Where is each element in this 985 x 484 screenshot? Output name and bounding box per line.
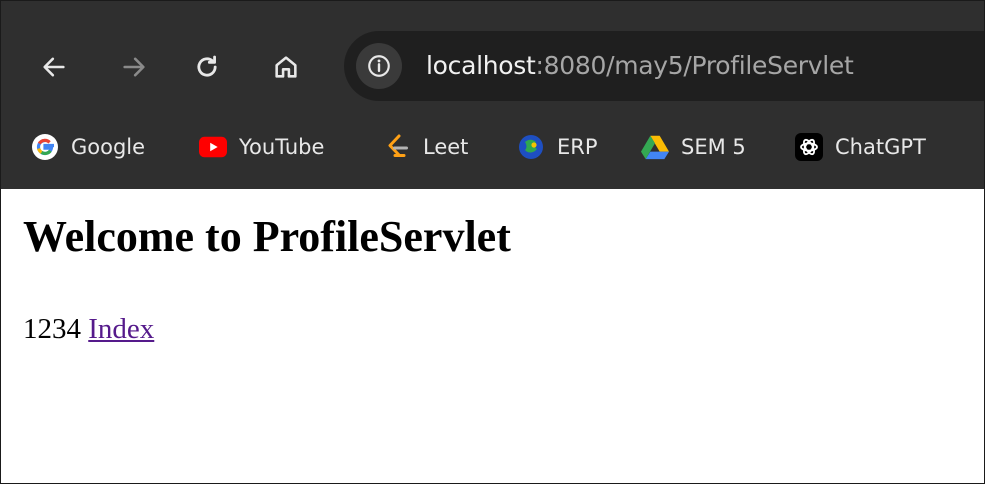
reload-icon <box>197 55 217 77</box>
browser-window: localhost:8080/may5/ProfileServlet Googl… <box>0 0 985 484</box>
google-icon <box>31 133 59 161</box>
home-button[interactable] <box>269 45 303 89</box>
bookmark-sem5[interactable]: SEM 5 <box>641 127 746 167</box>
bookmark-leet[interactable]: Leet <box>383 127 468 167</box>
profile-line: 1234 Index <box>23 311 154 347</box>
bookmark-label: ERP <box>557 135 598 159</box>
url-path: :8080/may5/ProfileServlet <box>535 51 854 80</box>
bookmark-label: Google <box>71 135 146 159</box>
chatgpt-icon <box>795 133 823 161</box>
page-content: Welcome to ProfileServlet 1234 Index <box>1 189 984 483</box>
url-text[interactable]: localhost:8080/may5/ProfileServlet <box>426 48 854 84</box>
bookmark-youtube[interactable]: YouTube <box>199 127 324 167</box>
arrow-right-icon <box>123 57 145 77</box>
bookmark-chatgpt[interactable]: ChatGPT <box>795 127 926 167</box>
index-link[interactable]: Index <box>88 313 154 345</box>
home-icon <box>275 56 297 78</box>
url-host: localhost <box>426 51 536 80</box>
youtube-icon <box>199 133 227 161</box>
bookmark-erp[interactable]: ERP <box>517 127 598 167</box>
browser-chrome: localhost:8080/may5/ProfileServlet Googl… <box>1 1 984 189</box>
reload-button[interactable] <box>190 45 224 89</box>
bookmark-label: ChatGPT <box>835 135 926 159</box>
erp-icon <box>517 133 545 161</box>
bookmark-label: Leet <box>423 135 469 159</box>
back-button[interactable] <box>37 45 71 89</box>
page-title: Welcome to ProfileServlet <box>23 212 511 261</box>
arrow-left-icon <box>43 57 65 77</box>
bookmark-label: SEM 5 <box>681 135 746 159</box>
forward-button[interactable] <box>117 45 151 89</box>
site-info-button[interactable] <box>356 43 402 89</box>
bookmark-google[interactable]: Google <box>31 127 145 167</box>
browser-toolbar: localhost:8080/may5/ProfileServlet <box>1 1 984 121</box>
address-bar[interactable]: localhost:8080/may5/ProfileServlet <box>344 31 984 101</box>
bookmarks-bar: Google YouTube Leet ERP SEM 5 ChatGPT <box>1 121 984 173</box>
profile-value: 1234 <box>23 313 81 345</box>
google-drive-icon <box>641 133 669 161</box>
leetcode-icon <box>383 133 411 161</box>
info-icon <box>368 55 390 77</box>
bookmark-label: YouTube <box>239 135 325 159</box>
